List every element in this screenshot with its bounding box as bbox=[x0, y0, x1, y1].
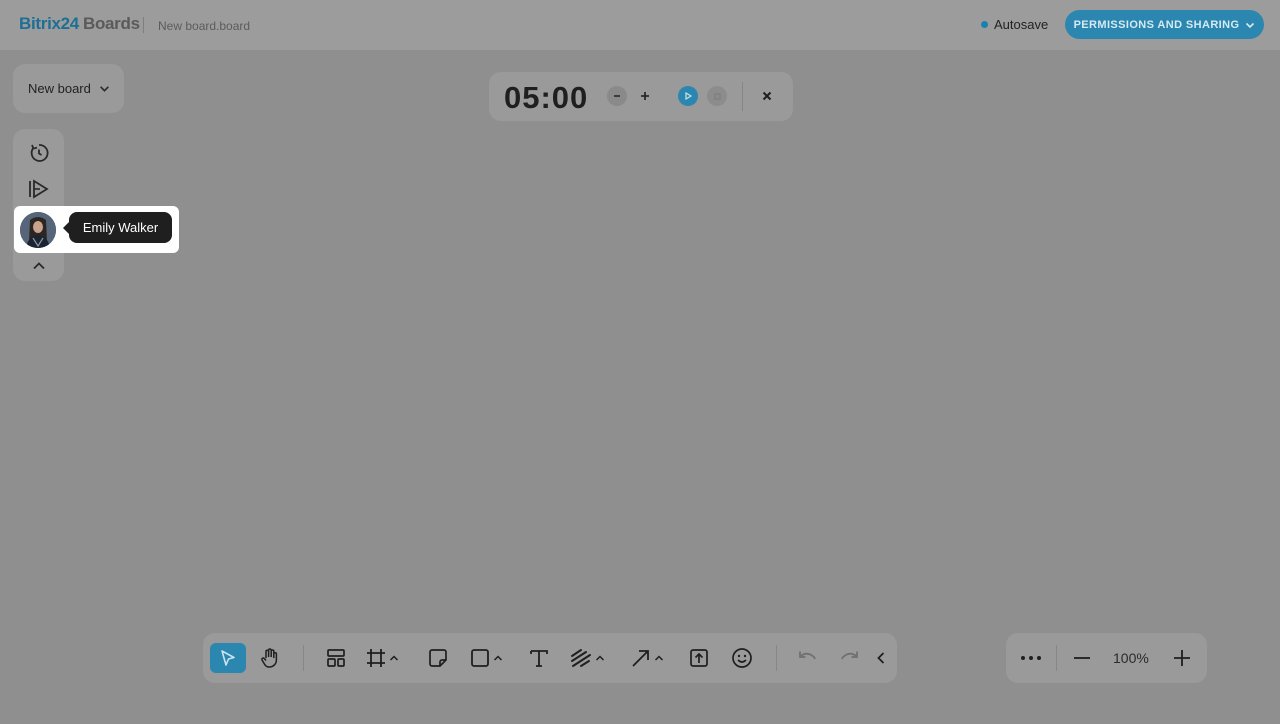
chevron-up-icon bbox=[595, 655, 605, 661]
chevron-left-icon bbox=[877, 652, 885, 664]
timer-play-button[interactable] bbox=[678, 86, 698, 106]
smiley-icon bbox=[732, 648, 752, 668]
frame-icon bbox=[367, 649, 385, 667]
templates-button[interactable] bbox=[321, 643, 351, 673]
redo-icon bbox=[841, 651, 858, 660]
autosave-status: Autosave bbox=[981, 17, 1048, 32]
more-options-button[interactable] bbox=[1018, 643, 1044, 673]
zoom-panel: 100% bbox=[1006, 633, 1207, 683]
board-selector[interactable]: New board bbox=[13, 64, 124, 113]
board-file-name[interactable]: New board.board bbox=[158, 19, 250, 33]
undo-icon bbox=[799, 651, 816, 660]
logo-brand: Bitrix24 bbox=[19, 14, 79, 33]
bottom-toolbar bbox=[203, 633, 897, 683]
hand-tool-button[interactable] bbox=[255, 643, 285, 673]
timer-display: 05:00 bbox=[504, 80, 589, 115]
header-divider bbox=[143, 17, 144, 33]
square-icon bbox=[471, 649, 489, 667]
pen-tool-button[interactable] bbox=[569, 643, 611, 673]
timer-divider bbox=[742, 82, 743, 111]
app-header: Bitrix24 Boards New board.board Autosave … bbox=[0, 0, 1280, 50]
layout-icon bbox=[327, 649, 345, 667]
left-sidebar bbox=[13, 129, 64, 281]
minus-icon bbox=[1074, 657, 1090, 659]
upload-button[interactable] bbox=[684, 643, 714, 673]
undo-button[interactable] bbox=[793, 643, 821, 673]
select-tool-button[interactable] bbox=[210, 643, 246, 673]
chevron-up-icon bbox=[493, 655, 503, 661]
sticky-note-icon bbox=[429, 649, 447, 667]
toolbar-divider bbox=[776, 645, 777, 671]
chevron-down-icon bbox=[99, 83, 110, 94]
follow-presenter-icon[interactable] bbox=[26, 176, 52, 202]
upload-icon bbox=[690, 649, 708, 667]
autosave-label: Autosave bbox=[994, 17, 1049, 32]
timer-panel: 05:00 bbox=[489, 72, 793, 121]
zoom-out-button[interactable] bbox=[1070, 643, 1094, 673]
cursor-icon bbox=[221, 650, 235, 666]
arrow-icon bbox=[632, 650, 649, 667]
more-icon bbox=[1021, 656, 1041, 660]
timer-close-button[interactable] bbox=[757, 86, 777, 106]
timer-decrease-button[interactable] bbox=[607, 86, 627, 106]
text-icon bbox=[530, 650, 548, 667]
user-tooltip: Emily Walker bbox=[63, 212, 172, 243]
app-logo[interactable]: Bitrix24 Boards bbox=[19, 14, 140, 34]
avatar[interactable] bbox=[20, 212, 56, 248]
plus-icon bbox=[1174, 650, 1190, 666]
sticky-note-button[interactable] bbox=[423, 643, 453, 673]
hand-icon bbox=[261, 648, 278, 668]
timer-icon[interactable] bbox=[26, 140, 52, 166]
chevron-up-icon[interactable] bbox=[26, 253, 52, 279]
chevron-up-icon bbox=[654, 655, 664, 661]
text-tool-button[interactable] bbox=[524, 643, 554, 673]
redo-button[interactable] bbox=[836, 643, 864, 673]
pen-icon bbox=[571, 649, 591, 667]
board-selector-label: New board bbox=[28, 81, 91, 96]
timer-stop-button[interactable] bbox=[707, 86, 727, 106]
chevron-down-icon bbox=[1245, 20, 1255, 30]
timer-increase-button[interactable] bbox=[635, 86, 655, 106]
zoom-in-button[interactable] bbox=[1170, 643, 1194, 673]
permissions-sharing-button[interactable]: PERMISSIONS AND SHARING bbox=[1065, 10, 1264, 39]
permissions-label: PERMISSIONS AND SHARING bbox=[1073, 18, 1240, 31]
zoom-level[interactable]: 100% bbox=[1113, 650, 1149, 666]
shape-tool-button[interactable] bbox=[469, 643, 511, 673]
emoji-button[interactable] bbox=[727, 643, 757, 673]
autosave-dot-icon bbox=[981, 21, 988, 28]
toolbar-divider bbox=[303, 645, 304, 671]
collapse-toolbar-button[interactable] bbox=[873, 643, 889, 673]
logo-product: Boards bbox=[82, 14, 140, 33]
frame-tool-button[interactable] bbox=[365, 643, 409, 673]
arrow-tool-button[interactable] bbox=[630, 643, 672, 673]
chevron-up-icon bbox=[389, 655, 399, 661]
zoom-divider bbox=[1056, 645, 1057, 671]
